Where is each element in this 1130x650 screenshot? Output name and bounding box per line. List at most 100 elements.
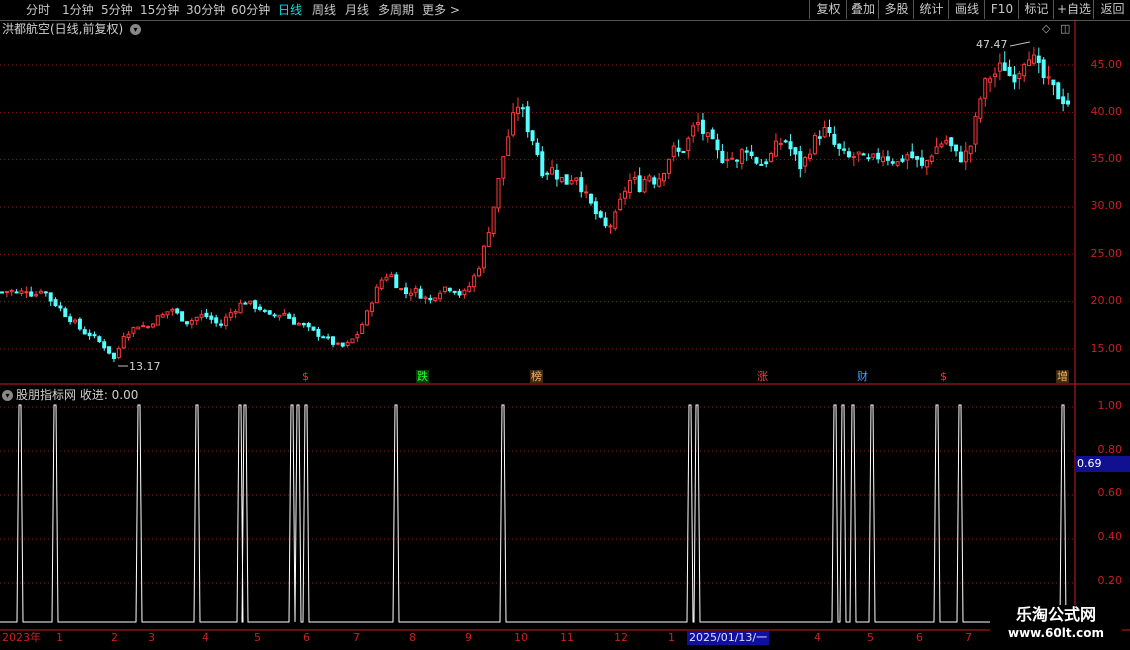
candle-body [321, 336, 326, 339]
candle-body [618, 198, 623, 211]
candle-body [958, 151, 963, 163]
candle-body [676, 147, 681, 152]
candle-body [739, 149, 744, 164]
candle-body [515, 106, 520, 114]
y-tick-45: 45.00 [1090, 58, 1123, 71]
x-label-m7: 7 [353, 631, 360, 644]
candle-body [817, 136, 822, 139]
chevron-down-icon[interactable]: ▾ [2, 390, 13, 401]
candle-body [238, 302, 243, 314]
event-marker-2[interactable]: 跌 [416, 370, 429, 383]
candle-body [399, 287, 404, 290]
candle-body [851, 156, 856, 159]
candle-body [705, 132, 710, 137]
candle-body [369, 302, 374, 312]
candle-body [895, 161, 900, 166]
candle-body [540, 151, 545, 177]
candle-body [525, 106, 530, 133]
candle-body [204, 312, 209, 318]
candle-body [983, 78, 988, 99]
candle-body [477, 268, 482, 277]
candle-body [170, 308, 175, 312]
candle-body [788, 141, 793, 150]
candle-body [209, 315, 214, 320]
x-label-m1: 1 [56, 631, 63, 644]
candle-body [404, 287, 409, 295]
candle-body [214, 317, 219, 324]
ind-y-tick-02: 0.20 [1097, 574, 1123, 587]
candle-body [73, 319, 78, 323]
candle-body [155, 315, 160, 326]
candle-body [292, 317, 297, 325]
candle-body [968, 145, 973, 155]
candle-body [579, 177, 584, 193]
candle-body [671, 145, 676, 158]
event-marker-5[interactable]: 财 [856, 370, 869, 383]
candlestick-chart[interactable] [0, 0, 1130, 650]
candle-body [846, 151, 851, 158]
x-label-m6: 6 [303, 631, 310, 644]
candle-body [340, 342, 345, 347]
candle-body [175, 308, 180, 314]
event-marker-4[interactable]: 涨 [756, 370, 769, 383]
event-marker-1[interactable]: $ [301, 370, 310, 383]
candle-body [900, 158, 905, 162]
candle-body [374, 286, 379, 304]
indicator-title: ▾ 股朋指标网 收进: 0.00 [2, 387, 138, 403]
candle-body [783, 140, 788, 143]
candle-body [744, 150, 749, 153]
ind-y-tick-04: 0.40 [1097, 530, 1123, 543]
candle-body [116, 348, 121, 358]
candle-body [997, 62, 1002, 72]
candle-body [666, 158, 671, 174]
candle-body [603, 217, 608, 227]
candle-body [988, 78, 993, 83]
candle-body [43, 291, 48, 294]
candle-body [593, 201, 598, 215]
candle-body [335, 342, 340, 345]
candle-body [277, 314, 282, 318]
candle-body [944, 139, 949, 144]
candle-body [1046, 76, 1051, 79]
candle-body [0, 291, 4, 294]
candle-body [574, 177, 579, 182]
candle-body [326, 336, 331, 339]
event-marker-6[interactable]: $ [939, 370, 948, 383]
candle-body [871, 153, 876, 158]
candle-body [637, 175, 642, 193]
event-marker-7[interactable]: 增 [1056, 370, 1069, 383]
candle-body [647, 175, 652, 182]
candle-body [257, 306, 262, 310]
candle-body [735, 159, 740, 162]
candle-body [14, 291, 19, 294]
candle-body [876, 152, 881, 160]
candle-body [1061, 96, 1066, 105]
candle-body [1022, 63, 1027, 77]
candle-body [418, 288, 423, 299]
candle-body [92, 334, 97, 337]
diamond-icon[interactable]: ◇ [1042, 21, 1050, 37]
candle-body [919, 157, 924, 166]
candle-body [545, 172, 550, 175]
candle-body [652, 177, 657, 185]
indicator-gridlines [0, 406, 1075, 584]
window-toggle-icon[interactable]: ◫ [1060, 21, 1070, 37]
candle-body [160, 314, 165, 318]
candle-body [121, 336, 126, 349]
candle-body [136, 326, 141, 330]
candle-body [681, 150, 686, 153]
candle-body [272, 314, 277, 317]
candle-body [725, 158, 730, 161]
candle-body [467, 285, 472, 292]
candle-body [924, 160, 929, 168]
candle-body [1051, 79, 1056, 86]
candle-body [520, 107, 525, 110]
candle-body [438, 292, 443, 300]
candle-body [452, 290, 457, 293]
candle-body [842, 148, 847, 151]
event-marker-3[interactable]: 榜 [530, 370, 543, 383]
y-tick-30: 30.00 [1090, 199, 1123, 212]
watermark-title: 乐淘公式网 [1015, 605, 1096, 624]
chevron-down-icon[interactable]: ▾ [130, 24, 142, 35]
y-tick-35: 35.00 [1090, 152, 1123, 165]
